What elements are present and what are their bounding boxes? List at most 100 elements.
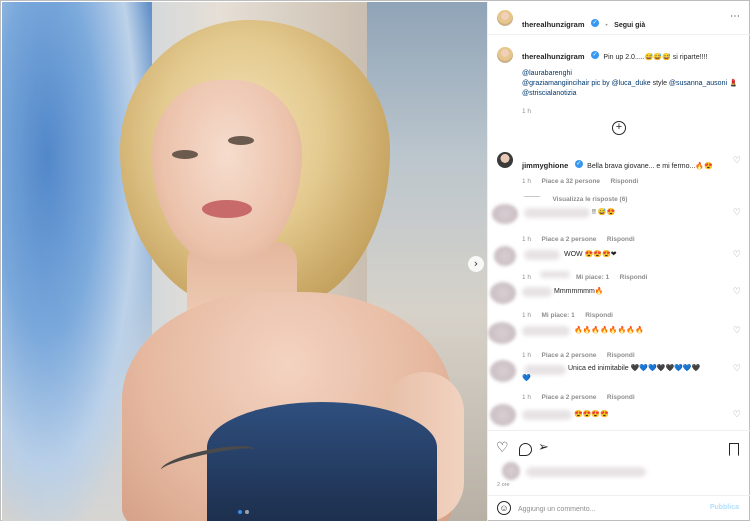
reply-button[interactable]: Rispondi	[585, 312, 613, 319]
comment-input[interactable]	[518, 502, 698, 516]
comment-text: !! 😅😍	[592, 209, 616, 216]
mention-striscialanotizia[interactable]: @striscialanotizia	[522, 89, 744, 99]
post-date: 2 ore	[497, 482, 510, 488]
verified-icon: ✓	[590, 50, 599, 59]
comment-avatar[interactable]	[490, 360, 516, 382]
comment-avatar[interactable]	[492, 204, 518, 224]
publish-button[interactable]: Pubblica	[710, 504, 739, 511]
comment-username[interactable]: jimmyghione	[522, 161, 568, 170]
post-dialog: › therealhunzigram ✓ • Segui già ⋯ there…	[0, 0, 750, 521]
comment-text: Unica ed inimitabile 🖤💙💙🖤🖤💙💙🖤	[568, 365, 701, 372]
comment-time: 1 h	[522, 312, 532, 319]
post-header: therealhunzigram ✓ • Segui già ⋯	[488, 2, 750, 35]
heart-icon[interactable]: ♡	[496, 440, 509, 456]
comment-item: 🔥🔥🔥🔥🔥🔥🔥🔥 1 h Piace a 2 persone Rispondi …	[488, 320, 750, 359]
comment-item: 😍😍😍😍 ♡	[488, 404, 750, 430]
comment-like-icon[interactable]: ♡	[733, 250, 741, 260]
caption-emoji: 💄	[727, 80, 738, 87]
comment-icon[interactable]	[519, 443, 532, 456]
header-text: therealhunzigram ✓ • Segui già	[522, 14, 645, 32]
caption-time: 1 h	[522, 108, 532, 115]
caption-body: therealhunzigram ✓ Pin up 2.0.....😅😅😅 si…	[522, 50, 744, 117]
comment-item: WOW 😍😍😍❤ 1 h Mi piace: 1 Rispondi ♡	[488, 244, 750, 281]
comment-like-icon[interactable]: ♡	[733, 156, 741, 166]
comment-item: Mmmmmmm🔥 1 h Mi piace: 1 Rispondi ♡	[488, 282, 750, 319]
comment-prefix-emoji: 💙	[522, 375, 531, 382]
comment-likes[interactable]: Piace a 2 persone	[542, 394, 597, 401]
comment-time: 1 h	[522, 236, 532, 243]
comment-username-blurred	[522, 326, 570, 336]
reply-button[interactable]: Rispondi	[620, 274, 648, 281]
comment-like-icon[interactable]: ♡	[733, 364, 741, 374]
comment-username-blurred	[524, 250, 560, 260]
comment-avatar[interactable]	[494, 246, 516, 266]
comment-time: 1 h	[522, 178, 532, 185]
photo-denim-top	[207, 402, 437, 521]
author-avatar[interactable]	[497, 10, 513, 26]
reply-button[interactable]: Rispondi	[607, 394, 635, 401]
comment-time: 1 h	[522, 394, 532, 401]
mention-luca-duke[interactable]: @luca_duke	[612, 80, 651, 87]
likers-avatar[interactable]	[502, 462, 520, 480]
reply-button[interactable]: Rispondi	[611, 178, 639, 185]
comment-like-icon[interactable]: ♡	[733, 410, 741, 420]
comment-avatar[interactable]	[497, 152, 513, 168]
comment-text: 😍😍😍😍	[574, 411, 609, 418]
comment-time: 1 h	[522, 274, 532, 281]
bookmark-icon[interactable]	[729, 443, 739, 456]
comment-likes[interactable]: Mi piace: 1	[542, 312, 575, 319]
follow-status-button[interactable]: Segui già	[614, 22, 645, 29]
comment-text: Bella brava giovane... e mi fermo...🔥😍	[587, 163, 713, 170]
reply-button[interactable]: Rispondi	[607, 352, 635, 359]
comment-avatar[interactable]	[488, 322, 516, 344]
comment-likes[interactable]: Piace a 2 persone	[542, 352, 597, 359]
comment-username-blurred	[522, 410, 572, 420]
next-photo-button[interactable]: ›	[468, 256, 484, 272]
comment-item: Unica ed inimitabile 🖤💙💙🖤🖤💙💙🖤 💙 1 h Piac…	[488, 360, 750, 401]
carousel-dots	[238, 510, 249, 514]
reply-button[interactable]: Rispondi	[607, 236, 635, 243]
mention-laurabarenghi[interactable]: @laurabarenghi	[522, 69, 744, 79]
photo-lips	[202, 200, 252, 218]
caption-style-text: style	[650, 80, 669, 87]
verified-icon: ✓	[574, 159, 583, 168]
more-options-icon[interactable]: ⋯	[730, 11, 741, 22]
comment-item: jimmyghione ✓ Bella brava giovane... e m…	[488, 152, 750, 203]
caption-avatar[interactable]	[497, 47, 513, 63]
comment-likes[interactable]: Piace a 2 persone	[542, 236, 597, 243]
comment-username-blurred	[522, 287, 552, 297]
post-actions: ♡ ➢ 2 ore	[488, 430, 750, 492]
mention-susanna-ausoni[interactable]: @susanna_ausoni	[669, 80, 727, 87]
emoji-icon[interactable]: ☺	[497, 501, 511, 515]
comment-text: Mmmmmmm🔥	[554, 288, 604, 295]
comment-text: WOW 😍😍😍❤	[564, 251, 617, 258]
comment-likes[interactable]: Piace a 32 persone	[542, 178, 601, 185]
caption-text: Pin up 2.0.....😅😅😅 si riparte!!!!	[603, 54, 708, 61]
load-more-comments-icon[interactable]: +	[612, 121, 626, 135]
add-comment-bar: ☺ Pubblica	[488, 495, 750, 521]
send-icon[interactable]: ➢	[538, 440, 549, 455]
replies-divider	[524, 196, 540, 198]
post-side-panel: therealhunzigram ✓ • Segui già ⋯ thereal…	[487, 2, 750, 521]
verified-icon: ✓	[590, 18, 599, 27]
author-username[interactable]: therealhunzigram	[522, 20, 585, 29]
comment-item: !! 😅😍 1 h Piace a 2 persone Rispondi ♡	[488, 204, 750, 243]
mention-graziamangiincihair[interactable]: @graziamangiincihair pic by	[522, 80, 612, 87]
comment-blurred-info	[539, 271, 570, 279]
comment-avatar[interactable]	[490, 404, 516, 426]
comment-username-blurred	[524, 208, 590, 218]
comment-like-icon[interactable]: ♡	[733, 208, 741, 218]
carousel-dot-active	[238, 510, 242, 514]
likes-summary-blurred	[526, 467, 646, 477]
view-replies-button[interactable]: Visualizza le risposte (6)	[552, 196, 627, 203]
caption-username[interactable]: therealhunzigram	[522, 52, 585, 61]
comment-text: 🔥🔥🔥🔥🔥🔥🔥🔥	[574, 327, 644, 334]
post-photo[interactable]: ›	[2, 2, 487, 521]
header-separator: •	[605, 22, 608, 29]
comment-avatar[interactable]	[490, 282, 516, 304]
comment-like-icon[interactable]: ♡	[733, 326, 741, 336]
comment-likes[interactable]: Mi piace: 1	[576, 274, 609, 281]
photo-right-eye	[228, 136, 254, 145]
comment-time: 1 h	[522, 352, 532, 359]
comment-like-icon[interactable]: ♡	[733, 287, 741, 297]
